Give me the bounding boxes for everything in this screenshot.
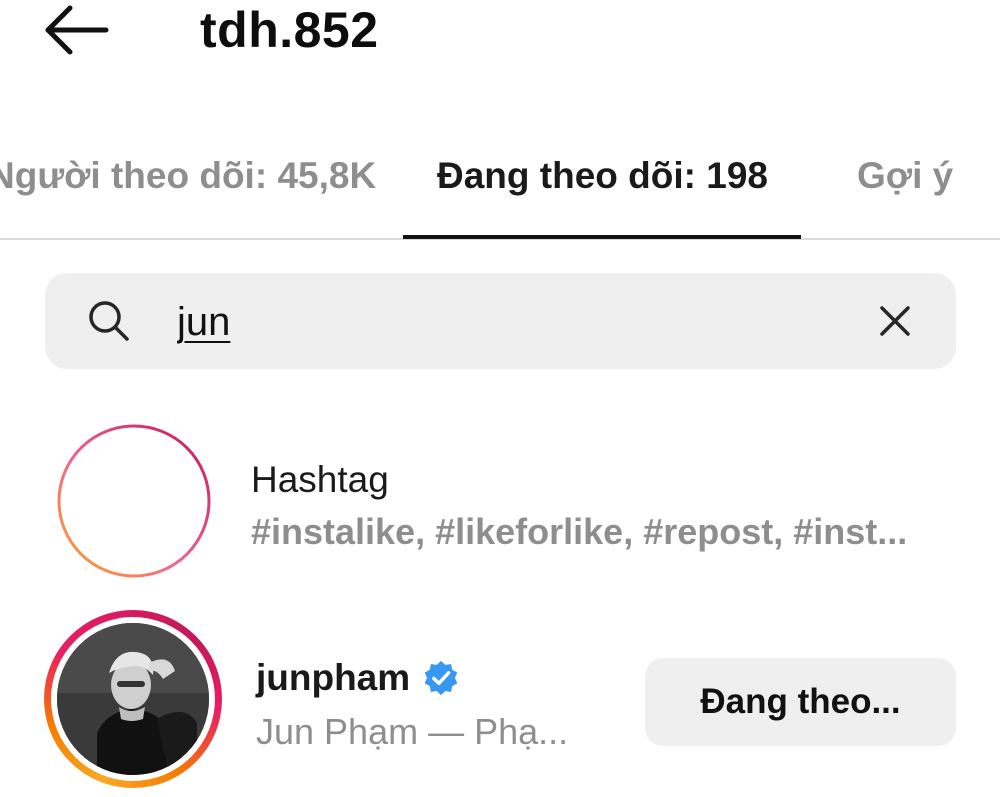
tab-followers[interactable]: Người theo dõi: 45,8K [0, 155, 376, 197]
username: junpham [256, 656, 460, 700]
story-ring [44, 610, 222, 788]
following-button[interactable]: Đang theo... [645, 658, 956, 746]
tab-following[interactable]: Đang theo dõi: 198 [437, 155, 768, 197]
hashtag-title: Hashtag [251, 459, 389, 500]
hashtag-icon [57, 424, 211, 578]
full-name: Jun Phạm — Phạ... [256, 711, 569, 752]
page-title: tdh.852 [200, 2, 379, 58]
hashtag-result-row[interactable]: Hashtag #instalike, #likeforlike, #repos… [0, 420, 1000, 590]
search-bar [45, 273, 956, 369]
user-result-row[interactable]: junpham Jun Phạm — Phạ... Đang theo... [0, 608, 1000, 797]
verified-badge-icon [424, 660, 458, 696]
tab-suggested[interactable]: Gợi ý [857, 155, 953, 197]
clear-search-button[interactable] [877, 303, 913, 339]
active-tab-indicator [403, 235, 801, 239]
close-icon [880, 306, 910, 336]
hashtag-tags: #instalike, #likeforlike, #repost, #inst… [251, 511, 908, 552]
avatar[interactable] [57, 623, 209, 775]
back-button[interactable] [40, 2, 114, 58]
username-text: junpham [256, 657, 411, 698]
tab-bar: Người theo dõi: 45,8K Đang theo dõi: 198… [0, 135, 1000, 240]
following-search-screen: tdh.852 Người theo dõi: 45,8K Đang theo … [0, 0, 1000, 797]
arrow-left-icon [45, 5, 109, 55]
search-icon [89, 301, 129, 341]
search-input[interactable] [177, 295, 827, 349]
